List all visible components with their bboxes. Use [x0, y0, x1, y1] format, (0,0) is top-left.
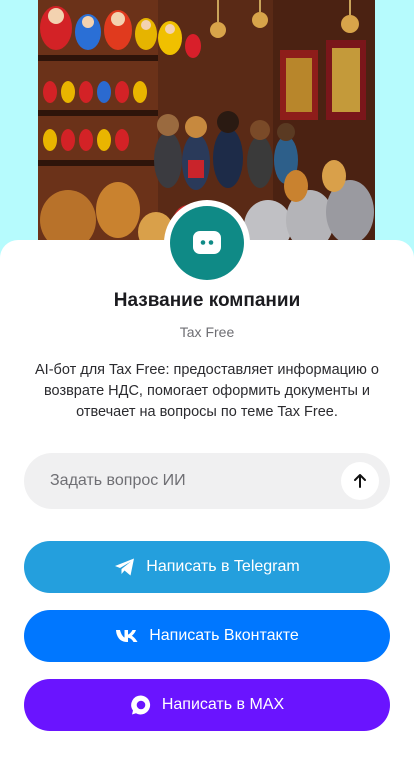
- max-button[interactable]: Написать в MAX: [24, 679, 390, 731]
- send-button[interactable]: [341, 462, 379, 500]
- company-description: AI-бот для Tax Free: предоставляет инфор…: [35, 362, 379, 420]
- telegram-icon: [114, 557, 136, 577]
- company-tagline: Tax Free: [179, 324, 235, 340]
- telegram-button-label: Написать в Telegram: [146, 558, 300, 575]
- vk-icon: [115, 629, 139, 643]
- telegram-button[interactable]: Написать в Telegram: [24, 541, 390, 593]
- company-name: Название компании: [113, 290, 301, 311]
- ask-ai-input[interactable]: [48, 471, 341, 491]
- avatar: [170, 206, 244, 280]
- chat-bot-icon: [193, 231, 221, 254]
- company-avatar: [164, 200, 250, 286]
- ask-ai-box: [24, 453, 390, 509]
- max-button-label: Написать в MAX: [161, 696, 285, 713]
- vk-button[interactable]: Написать Вконтакте: [24, 610, 390, 662]
- vk-button-label: Написать Вконтакте: [149, 627, 299, 644]
- arrow-up-icon: [354, 474, 366, 488]
- max-icon: [130, 694, 152, 716]
